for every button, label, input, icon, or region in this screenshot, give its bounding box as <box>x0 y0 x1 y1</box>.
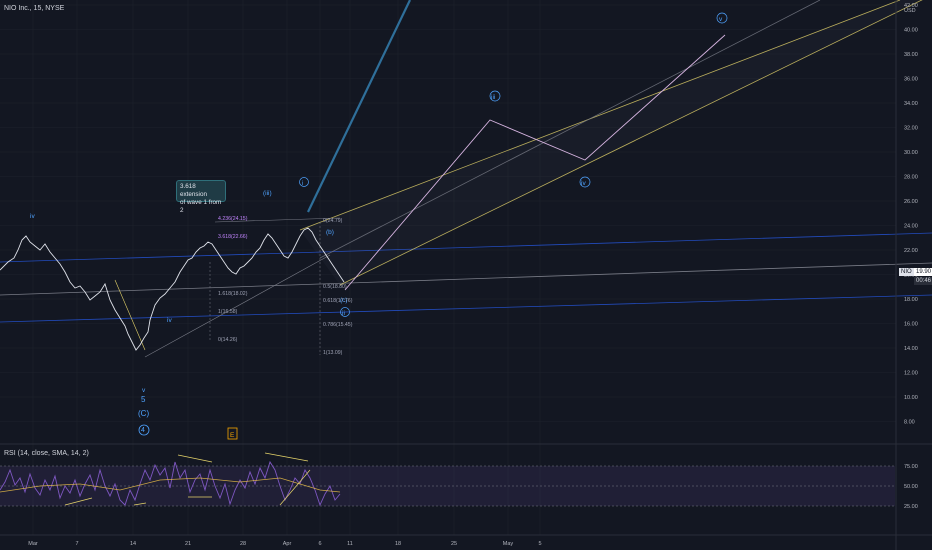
time-tick-label: 28 <box>240 541 246 547</box>
time-tick-label: 25 <box>451 541 457 547</box>
price-tick-label: 38.00 <box>904 52 918 58</box>
fib-label: 0(14.26) <box>218 337 238 343</box>
price-tick-label: 8.00 <box>904 420 915 426</box>
price-tick-label: 34.00 <box>904 101 918 107</box>
wave-label: 4 <box>141 427 145 434</box>
rsi-indicator-label[interactable]: RSI (14, close, SMA, 14, 2) <box>4 450 89 457</box>
wave-label: v <box>142 387 146 394</box>
fib-label: 0.5(18.80) <box>323 284 347 290</box>
fib-label: 0.786(15.45) <box>323 322 353 328</box>
price-tick-label: 42.00 <box>904 3 918 9</box>
fib-label: 1.618(18.02) <box>218 291 248 297</box>
wave-label: i <box>302 180 303 187</box>
chart-grid <box>0 0 896 535</box>
symbol-title[interactable]: NIO Inc., 15, NYSE <box>4 5 64 12</box>
wave-label: E <box>230 432 235 439</box>
time-tick-label: 7 <box>75 541 78 547</box>
time-tick-label: Apr <box>283 541 292 547</box>
price-tick-label: 40.00 <box>904 28 918 34</box>
fib-label: 4.236(24.15) <box>218 216 248 222</box>
price-tick-label: 14.00 <box>904 346 918 352</box>
last-price-tag: 19.90 <box>914 268 932 276</box>
callout-line: 3.618 extension <box>180 183 207 198</box>
fib-label: 3.618(22.66) <box>218 234 248 240</box>
extension-callout[interactable]: 3.618 extension of wave 1 from 2 <box>176 180 226 214</box>
time-axis[interactable]: Mar 7 14 21 28 Apr 6 11 18 25 May 5 <box>28 541 541 547</box>
price-axis[interactable]: USD42.0040.0038.0036.0034.0032.0030.0028… <box>904 3 918 426</box>
time-tick-label: 21 <box>185 541 191 547</box>
wave-label: iv <box>581 180 586 187</box>
bar-countdown-tag: 00:46 <box>914 277 932 285</box>
time-tick-label: 14 <box>130 541 136 547</box>
price-tick-label: 28.00 <box>904 175 918 181</box>
time-tick-label: 18 <box>395 541 401 547</box>
rsi-axis[interactable]: 75.00 50.00 25.00 <box>904 464 918 510</box>
rsi-tick-label: 75.00 <box>904 464 918 470</box>
wave-label: (b) <box>326 229 334 236</box>
fib-label: 0.618(17.76) <box>323 298 353 304</box>
fib-label: 0(24.79) <box>323 218 343 224</box>
wave-label: (C) <box>138 409 149 418</box>
price-tick-label: 10.00 <box>904 395 918 401</box>
trend-lines <box>0 0 932 358</box>
callout-line: of wave 1 from 2 <box>180 199 222 214</box>
fib-label: 1(16.58) <box>218 309 238 315</box>
wave-label: iv <box>30 213 35 220</box>
rsi-tick-label: 25.00 <box>904 504 918 510</box>
time-tick-label: May <box>503 541 514 547</box>
price-tick-label: 32.00 <box>904 126 918 132</box>
price-tick-label: 18.00 <box>904 297 918 303</box>
time-tick-label: 6 <box>318 541 321 547</box>
price-tick-label: 24.00 <box>904 224 918 230</box>
wave-label: iii <box>491 94 495 101</box>
time-tick-label: Mar <box>28 541 38 547</box>
symbol-price-tag: NIO <box>899 268 914 276</box>
price-tick-label: 26.00 <box>904 199 918 205</box>
fib-label: 1(13.09) <box>323 350 343 356</box>
chart-canvas[interactable]: USD42.0040.0038.0036.0034.0032.0030.0028… <box>0 0 932 550</box>
rsi-pane <box>0 452 895 507</box>
wave-label: 5 <box>141 395 146 404</box>
wave-label: ii <box>342 310 345 317</box>
wave-label: (iii) <box>263 190 272 197</box>
price-tick-label: 16.00 <box>904 322 918 328</box>
time-tick-label: 5 <box>538 541 541 547</box>
price-tick-label: 36.00 <box>904 77 918 83</box>
price-tick-label: 30.00 <box>904 150 918 156</box>
wave-label: v <box>719 16 723 23</box>
price-tick-label: 12.00 <box>904 371 918 377</box>
price-tick-label: 22.00 <box>904 248 918 254</box>
wave-label: iv <box>167 317 172 324</box>
rsi-tick-label: 50.00 <box>904 484 918 490</box>
time-tick-label: 11 <box>347 541 353 547</box>
